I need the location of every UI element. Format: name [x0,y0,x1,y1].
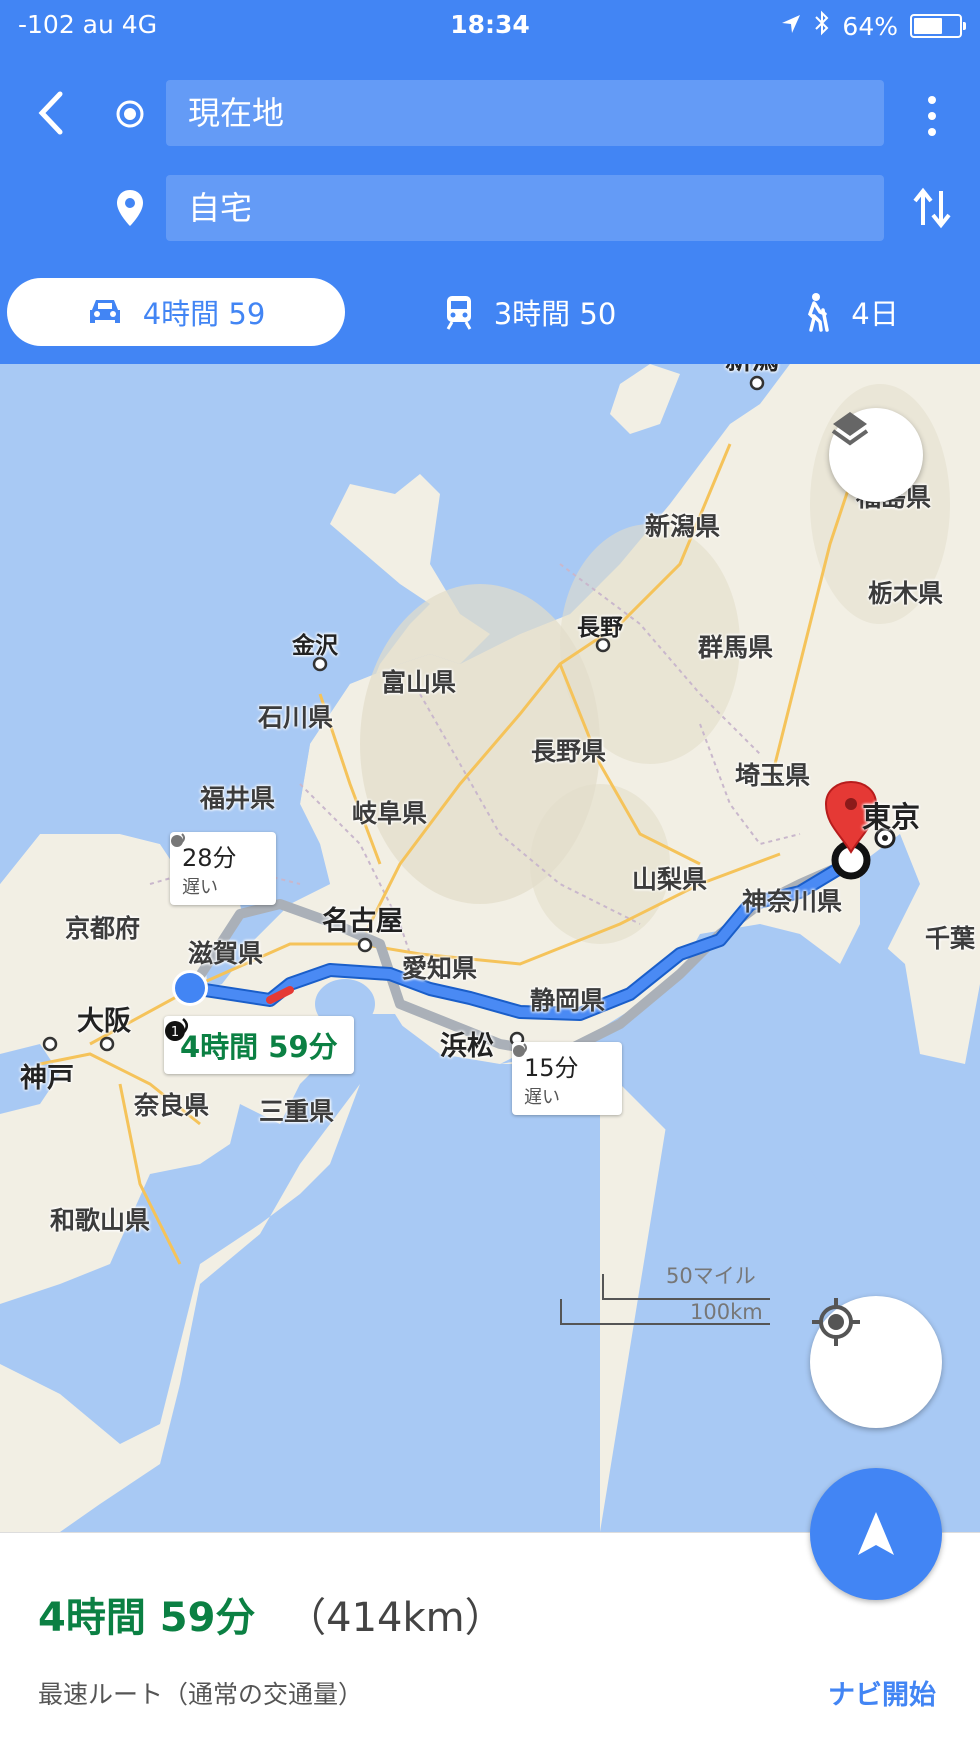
scale-miles: 50マイル [666,1264,756,1288]
traffic-incident-icon [171,833,185,847]
route-map[interactable]: 新潟 福島県 新潟県 栃木県 金沢 長野 群馬県 富山県 石川県 長野県 埼玉県… [0,364,980,1532]
back-button[interactable] [30,86,74,140]
main-route-duration: 4時間 59分 [180,1030,338,1064]
label-fukui: 福井県 [200,784,276,813]
label-niigata-city: 新潟 [725,364,779,377]
start-navigation-fab[interactable] [810,1468,942,1600]
alt-route-1-time: 28分 [182,844,237,872]
navigation-arrow-icon [858,1512,894,1555]
label-niigata-pref: 新潟県 [645,512,721,541]
label-saitama: 埼玉県 [735,761,811,790]
car-icon [89,300,120,323]
label-kanagawa: 神奈川県 [742,887,843,916]
route-duration: 4時間 59分 [38,1595,256,1641]
scale-km: 100km [690,1300,763,1324]
label-gunma: 群馬県 [698,633,774,662]
alt-route-1-note: 遅い [182,877,218,898]
label-shizuoka: 静岡県 [530,986,606,1015]
origin-input[interactable]: 現在地 [166,80,884,146]
more-options-button[interactable] [920,92,944,140]
alt-route-2-note: 遅い [524,1087,560,1108]
travel-mode-tabs: 4時間 59 3時間 50 4日 [0,278,980,350]
label-shiga: 滋賀県 [188,939,264,968]
traffic-incident-icon: 1 [165,1018,188,1041]
bluetooth-icon [814,10,830,42]
tab-driving-label: 4時間 59 [142,297,266,331]
label-toyama: 富山県 [381,668,457,697]
traffic-incident-icon [513,1043,527,1057]
label-tochigi: 栃木県 [868,579,944,608]
label-nagano-pref: 長野県 [531,737,607,766]
walk-icon [808,293,830,332]
status-bar: -102 au 4G 18:34 64% [0,0,980,52]
main-route-bubble[interactable]: 4時間 59分 1 [164,1016,354,1074]
label-nara: 奈良県 [134,1091,210,1120]
label-ishikawa: 石川県 [258,703,334,732]
label-yamanashi: 山梨県 [632,865,708,894]
swap-vert-icon [913,187,951,229]
my-location-button[interactable] [810,1296,942,1428]
label-hamamatsu: 浜松 [440,1031,494,1062]
more-vert-icon [928,96,936,136]
label-nagoya: 名古屋 [322,906,403,937]
layers-button[interactable] [829,408,923,502]
origin-marker[interactable] [175,973,205,1003]
tab-walking[interactable]: 4日 [790,278,910,346]
label-mie: 三重県 [259,1097,335,1126]
label-tokyo: 東京 [862,800,921,834]
destination-pin-icon [116,189,144,231]
crosshair-icon [812,1298,860,1346]
label-gifu: 岐阜県 [352,799,428,828]
label-kobe: 神戸 [20,1063,74,1094]
route-description: 最速ルート（通常の交通量） [38,1680,364,1709]
tab-driving[interactable]: 4時間 59 [7,278,345,346]
label-osaka: 大阪 [77,1006,131,1037]
tab-transit-label: 3時間 50 [493,297,617,331]
location-arrow-icon [780,12,802,41]
swap-button[interactable] [912,185,952,231]
train-icon [446,296,472,330]
label-chiba: 千葉 [925,924,976,953]
alt-route-2-time: 15分 [524,1054,579,1082]
origin-icon [115,99,145,133]
svg-text:1: 1 [171,1025,179,1040]
start-navigation-link[interactable]: ナビ開始 [828,1673,936,1712]
tab-transit[interactable]: 3時間 50 [430,278,630,346]
back-arrow-icon [38,91,63,135]
layers-icon [831,412,869,446]
label-kanazawa: 金沢 [292,633,338,659]
alt-route-bubble-2[interactable]: 15分 遅い [512,1042,622,1115]
label-wakayama: 和歌山県 [50,1206,151,1235]
destination-input[interactable]: 自宅 [166,175,884,241]
label-nagano-city: 長野 [577,615,623,641]
alt-route-bubble-1[interactable]: 28分 遅い [170,832,276,905]
label-aichi: 愛知県 [402,954,478,983]
directions-header: -102 au 4G 18:34 64% 現在地 自宅 4時間 59 3時間 5… [0,0,980,364]
battery-icon [910,14,966,38]
label-kyoto: 京都府 [65,914,141,943]
tab-walking-label: 4日 [851,297,899,331]
battery-percent: 64% [842,11,898,41]
route-distance: （414km） [286,1595,505,1641]
